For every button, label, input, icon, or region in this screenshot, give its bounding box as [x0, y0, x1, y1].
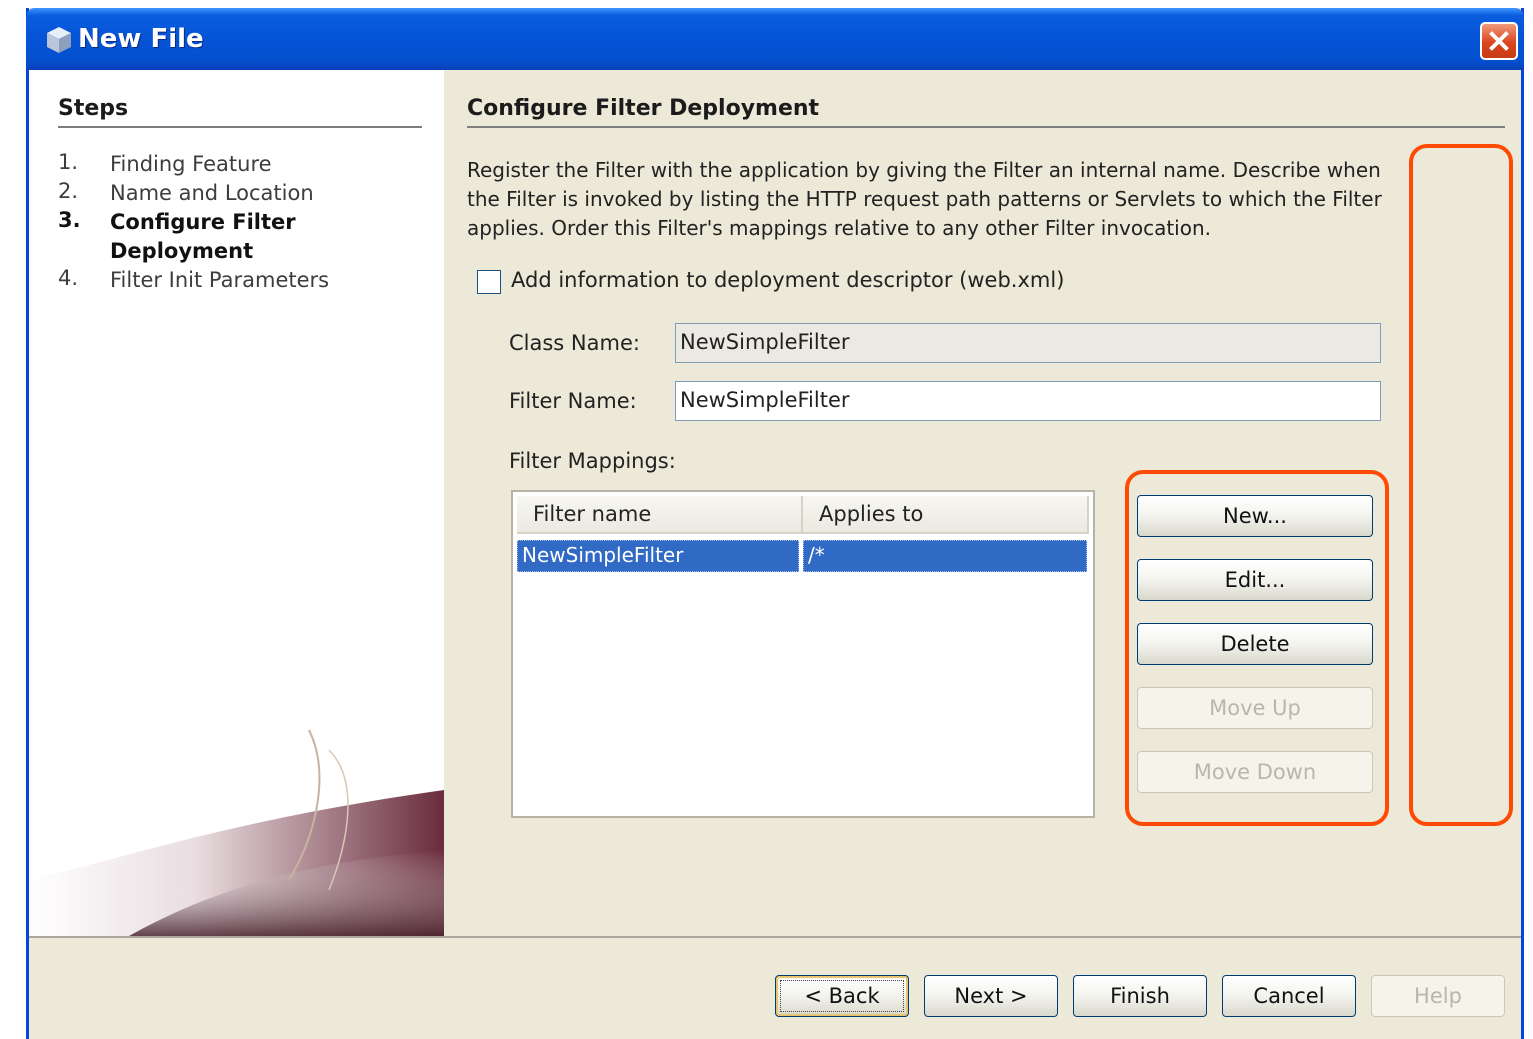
finish-button[interactable]: Finish [1073, 975, 1207, 1017]
step-label: Finding Feature [110, 152, 272, 176]
class-name-field: NewSimpleFilter [675, 323, 1381, 363]
filter-mappings-table[interactable]: Filter name Applies to NewSimpleFilter /… [511, 490, 1095, 818]
class-name-label: Class Name: [509, 331, 640, 355]
column-header-filter-name[interactable]: Filter name [517, 496, 803, 534]
annotation-highlight-buttons [1125, 470, 1389, 826]
step-label: Configure Filter Deployment [110, 210, 296, 263]
step-number: 2. [58, 179, 79, 203]
column-header-applies-to[interactable]: Applies to [803, 496, 1089, 534]
annotation-highlight-empty-area [1409, 144, 1513, 826]
back-button[interactable]: < Back [775, 975, 909, 1017]
steps-divider [58, 126, 422, 128]
help-button[interactable]: Help [1371, 975, 1505, 1017]
decorative-swoosh [29, 729, 444, 936]
deployment-descriptor-label[interactable]: Add information to deployment descriptor… [511, 268, 1064, 292]
panel-description: Register the Filter with the application… [467, 158, 1382, 240]
close-icon[interactable] [1480, 22, 1518, 60]
next-button[interactable]: Next > [924, 975, 1058, 1017]
step-number: 1. [58, 150, 79, 174]
table-row-filter-name[interactable]: NewSimpleFilter [517, 540, 799, 572]
panel-divider [467, 126, 1505, 128]
steps-panel: Steps 1. Finding Feature 2. Name and Loc… [29, 70, 444, 936]
filter-mappings-label: Filter Mappings: [509, 449, 676, 473]
window-title: New File [78, 24, 204, 54]
deployment-descriptor-checkbox[interactable] [477, 270, 501, 294]
focus-ring [780, 980, 904, 1012]
step-number: 4. [58, 266, 79, 290]
filter-name-label: Filter Name: [509, 389, 637, 413]
step-number: 3. [58, 208, 81, 232]
steps-title: Steps [58, 96, 129, 121]
panel-title: Configure Filter Deployment [467, 96, 820, 121]
title-bar[interactable]: New File [26, 8, 1524, 70]
step-label: Name and Location [110, 181, 314, 205]
new-file-dialog: New File Steps 1. Finding Feature 2. Nam… [26, 8, 1524, 1039]
step-label: Filter Init Parameters [110, 268, 330, 292]
footer-divider [29, 936, 1521, 938]
filter-name-field[interactable]: NewSimpleFilter [675, 381, 1381, 421]
table-row-applies-to[interactable]: /* [803, 540, 1087, 572]
cube-icon [47, 27, 71, 53]
cancel-button[interactable]: Cancel [1222, 975, 1356, 1017]
